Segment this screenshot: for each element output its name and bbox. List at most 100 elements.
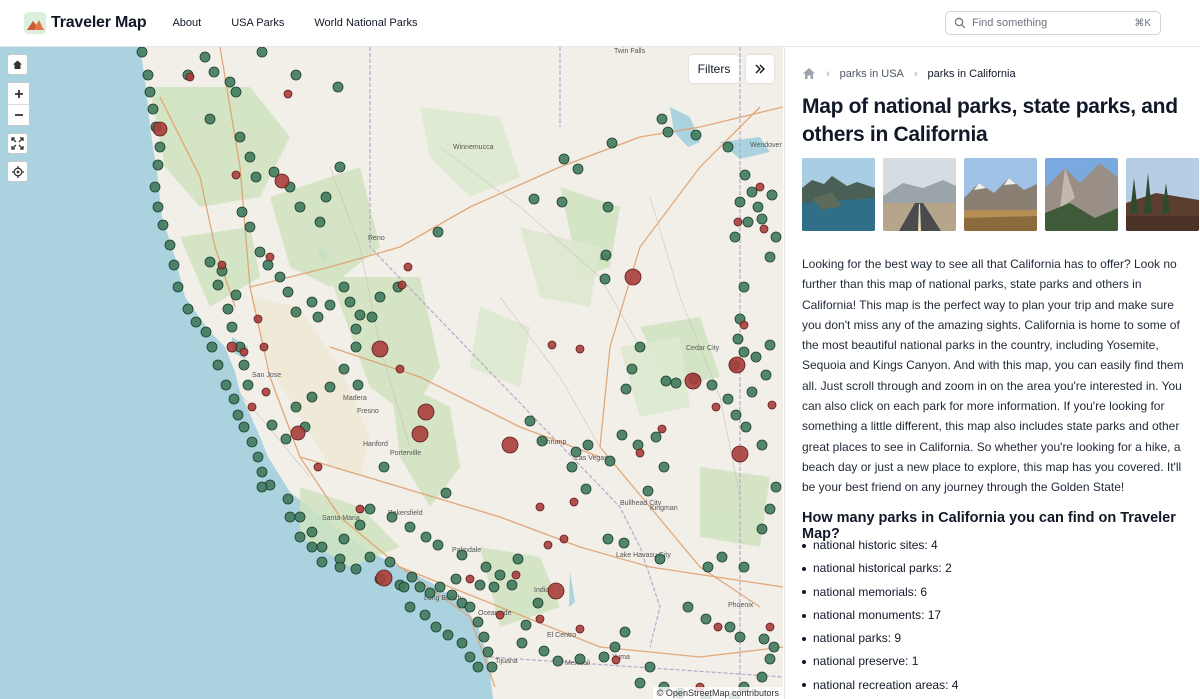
park-marker-national[interactable] xyxy=(411,425,429,443)
park-marker[interactable] xyxy=(464,601,476,613)
map-canvas[interactable]: Twin Falls Winnemucca Reno Ely San Jose … xyxy=(0,47,783,699)
park-marker[interactable] xyxy=(256,466,268,478)
park-marker[interactable] xyxy=(334,161,346,173)
park-marker[interactable] xyxy=(354,309,366,321)
park-marker[interactable] xyxy=(746,386,758,398)
park-marker[interactable] xyxy=(532,597,544,609)
park-marker[interactable] xyxy=(722,141,734,153)
park-marker[interactable] xyxy=(642,485,654,497)
park-marker[interactable] xyxy=(190,316,202,328)
park-marker-national[interactable] xyxy=(247,402,257,412)
park-marker[interactable] xyxy=(599,273,611,285)
park-marker[interactable] xyxy=(738,281,750,293)
park-marker[interactable] xyxy=(750,351,762,363)
park-marker[interactable] xyxy=(242,379,254,391)
park-marker[interactable] xyxy=(764,653,776,665)
park-marker[interactable] xyxy=(222,303,234,315)
park-marker-national[interactable] xyxy=(397,280,407,290)
park-marker[interactable] xyxy=(660,375,672,387)
park-marker-national[interactable] xyxy=(417,403,435,421)
park-marker-national[interactable] xyxy=(559,534,569,544)
park-marker-national[interactable] xyxy=(739,320,749,330)
park-marker[interactable] xyxy=(658,461,670,473)
park-marker[interactable] xyxy=(157,219,169,231)
park-marker-national[interactable] xyxy=(547,340,557,350)
park-marker[interactable] xyxy=(236,206,248,218)
park-marker[interactable] xyxy=(740,421,752,433)
park-marker-national[interactable] xyxy=(611,655,621,665)
park-marker-national[interactable] xyxy=(711,402,721,412)
park-marker[interactable] xyxy=(212,359,224,371)
park-marker[interactable] xyxy=(739,169,751,181)
park-marker[interactable] xyxy=(552,655,564,667)
park-marker[interactable] xyxy=(164,239,176,251)
park-marker[interactable] xyxy=(294,511,306,523)
park-marker-national[interactable] xyxy=(511,570,521,580)
park-marker[interactable] xyxy=(200,326,212,338)
park-marker-national[interactable] xyxy=(217,260,227,270)
park-marker[interactable] xyxy=(350,323,362,335)
gallery-photo-granite-canyon[interactable] xyxy=(1045,158,1118,231)
park-marker[interactable] xyxy=(314,216,326,228)
park-marker[interactable] xyxy=(582,439,594,451)
park-marker[interactable] xyxy=(350,563,362,575)
park-marker[interactable] xyxy=(316,556,328,568)
park-marker[interactable] xyxy=(204,113,216,125)
park-marker[interactable] xyxy=(352,379,364,391)
logo-link[interactable]: Traveler Map xyxy=(24,12,147,34)
park-marker[interactable] xyxy=(574,653,586,665)
park-marker[interactable] xyxy=(384,556,396,568)
park-marker[interactable] xyxy=(306,541,318,553)
park-marker[interactable] xyxy=(414,581,426,593)
park-marker[interactable] xyxy=(284,511,296,523)
park-marker[interactable] xyxy=(626,363,638,375)
breadcrumb-parks-in-usa[interactable]: parks in USA xyxy=(840,68,904,80)
park-marker[interactable] xyxy=(182,303,194,315)
park-marker[interactable] xyxy=(432,539,444,551)
park-marker[interactable] xyxy=(556,196,568,208)
park-marker[interactable] xyxy=(212,279,224,291)
park-marker[interactable] xyxy=(282,493,294,505)
park-marker[interactable] xyxy=(606,137,618,149)
park-marker[interactable] xyxy=(316,541,328,553)
park-marker-national[interactable] xyxy=(575,624,585,634)
zoom-out-button[interactable] xyxy=(8,104,29,125)
park-marker[interactable] xyxy=(716,551,728,563)
park-marker[interactable] xyxy=(536,435,548,447)
park-marker-national[interactable] xyxy=(575,344,585,354)
park-marker[interactable] xyxy=(566,461,578,473)
park-marker[interactable] xyxy=(598,651,610,663)
park-marker[interactable] xyxy=(338,533,350,545)
park-marker-national[interactable] xyxy=(547,582,565,600)
park-marker[interactable] xyxy=(732,333,744,345)
park-marker[interactable] xyxy=(644,661,656,673)
park-marker[interactable] xyxy=(538,645,550,657)
park-marker[interactable] xyxy=(650,431,662,443)
park-marker[interactable] xyxy=(486,661,498,673)
home-button[interactable] xyxy=(7,54,28,75)
park-marker[interactable] xyxy=(332,81,344,93)
park-marker-national[interactable] xyxy=(767,400,777,410)
park-marker[interactable] xyxy=(306,391,318,403)
park-marker[interactable] xyxy=(729,231,741,243)
park-marker[interactable] xyxy=(756,671,768,683)
park-marker[interactable] xyxy=(604,455,616,467)
park-marker[interactable] xyxy=(256,47,268,58)
park-marker[interactable] xyxy=(742,216,754,228)
breadcrumb-parks-in-california[interactable]: parks in California xyxy=(928,68,1016,80)
park-marker[interactable] xyxy=(632,439,644,451)
park-marker-national[interactable] xyxy=(313,462,323,472)
park-marker[interactable] xyxy=(446,589,458,601)
park-marker[interactable] xyxy=(472,661,484,673)
park-marker[interactable] xyxy=(238,421,250,433)
park-marker[interactable] xyxy=(464,651,476,663)
park-marker[interactable] xyxy=(734,631,746,643)
park-marker[interactable] xyxy=(199,51,211,63)
park-marker[interactable] xyxy=(580,483,592,495)
park-marker[interactable] xyxy=(512,553,524,565)
park-marker-national[interactable] xyxy=(543,540,553,550)
park-marker[interactable] xyxy=(488,581,500,593)
park-marker[interactable] xyxy=(280,433,292,445)
park-marker-national[interactable] xyxy=(259,342,269,352)
park-marker[interactable] xyxy=(760,369,772,381)
